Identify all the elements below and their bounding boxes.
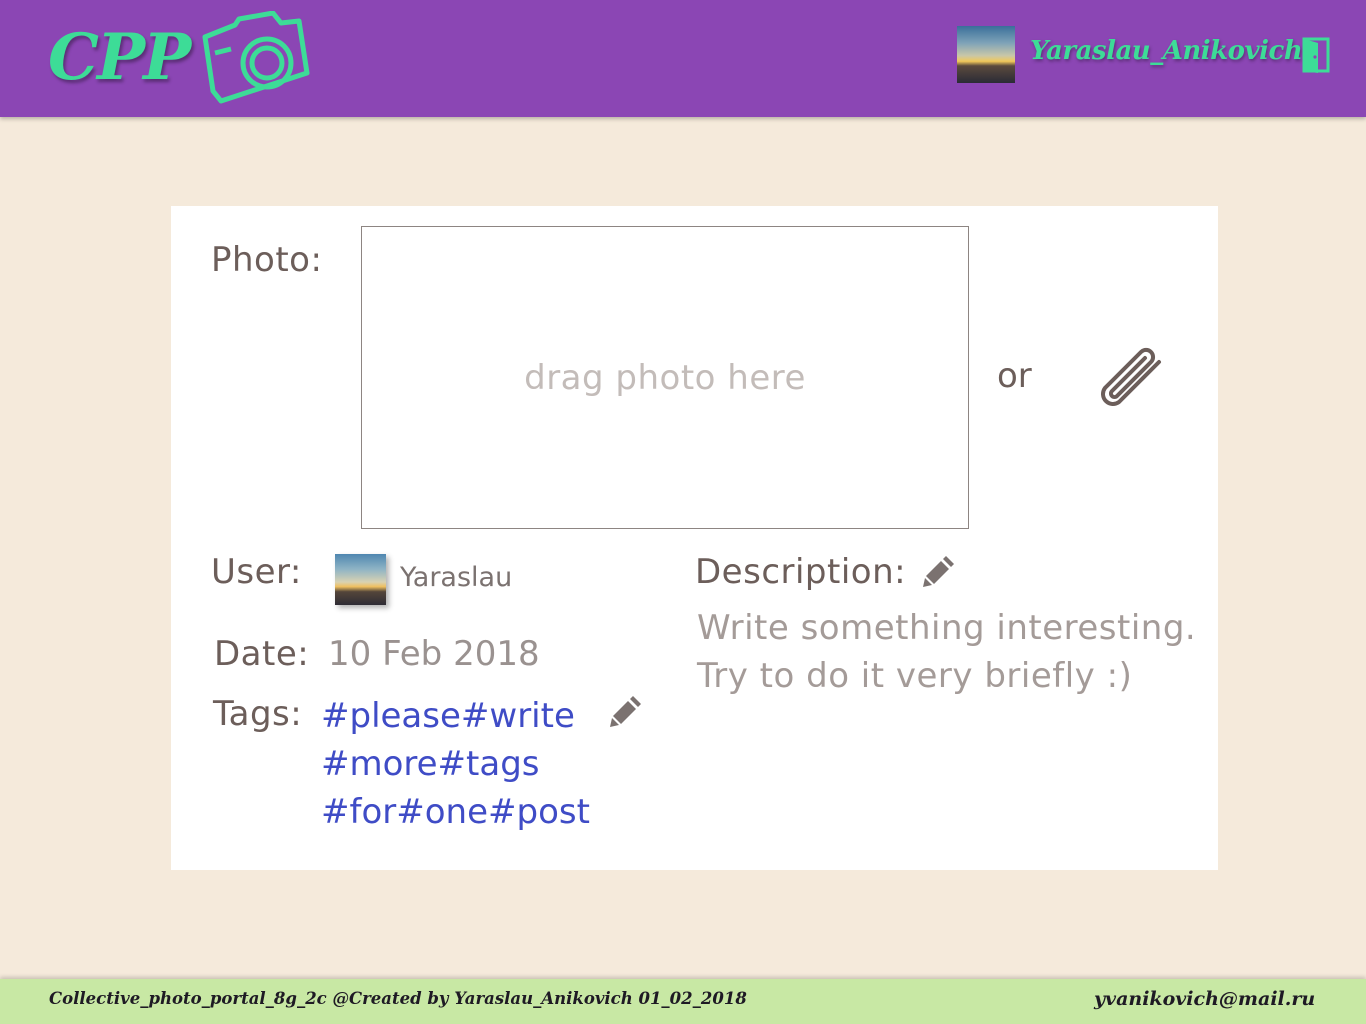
logo[interactable]: CPP (48, 8, 313, 108)
header: CPP Yaraslau_Anikovich (0, 0, 1366, 117)
logout-door-icon (1302, 37, 1330, 73)
header-avatar[interactable] (957, 26, 1015, 83)
date-value: 10 Feb 2018 (328, 634, 540, 674)
description-text[interactable]: Write something interesting. Try to do i… (697, 604, 1196, 700)
camera-icon (195, 10, 313, 111)
logout-button[interactable] (1300, 36, 1332, 74)
pencil-icon (923, 556, 954, 587)
description-label: Description: (695, 552, 907, 592)
tags-line: #for#one#post (321, 792, 590, 832)
pencil-icon (610, 696, 641, 727)
tags-list: #please#write #more#tags #for#one#post (321, 692, 590, 836)
tags-line: #please#write (321, 696, 575, 736)
dropzone-text: drag photo here (524, 357, 806, 398)
logo-text: CPP (48, 20, 191, 95)
paperclip-icon (1101, 347, 1161, 406)
or-text: or (997, 356, 1032, 396)
description-line: Try to do it very briefly :) (697, 656, 1133, 696)
description-line: Write something interesting. (697, 608, 1197, 648)
footer-email[interactable]: yvanikovich@mail.ru (1094, 988, 1315, 1010)
new-post-card: Photo: drag photo here or User: Yaraslau… (171, 206, 1218, 870)
user-label: User: (211, 552, 302, 592)
tags-line: #more#tags (321, 744, 540, 784)
photo-dropzone[interactable]: drag photo here (361, 226, 969, 529)
footer-credits: Collective_photo_portal_8g_2c @Created b… (49, 989, 747, 1008)
tags-label: Tags: (213, 694, 303, 734)
user-name: Yaraslau (400, 562, 513, 593)
edit-tags-button[interactable] (609, 692, 645, 728)
footer: Collective_photo_portal_8g_2c @Created b… (0, 979, 1366, 1024)
date-label: Date: (214, 634, 310, 674)
edit-description-button[interactable] (922, 552, 958, 588)
attach-file-button[interactable] (1091, 346, 1167, 416)
header-username[interactable]: Yaraslau_Anikovich (1030, 36, 1303, 66)
user-avatar (335, 554, 386, 605)
photo-label: Photo: (211, 240, 323, 280)
